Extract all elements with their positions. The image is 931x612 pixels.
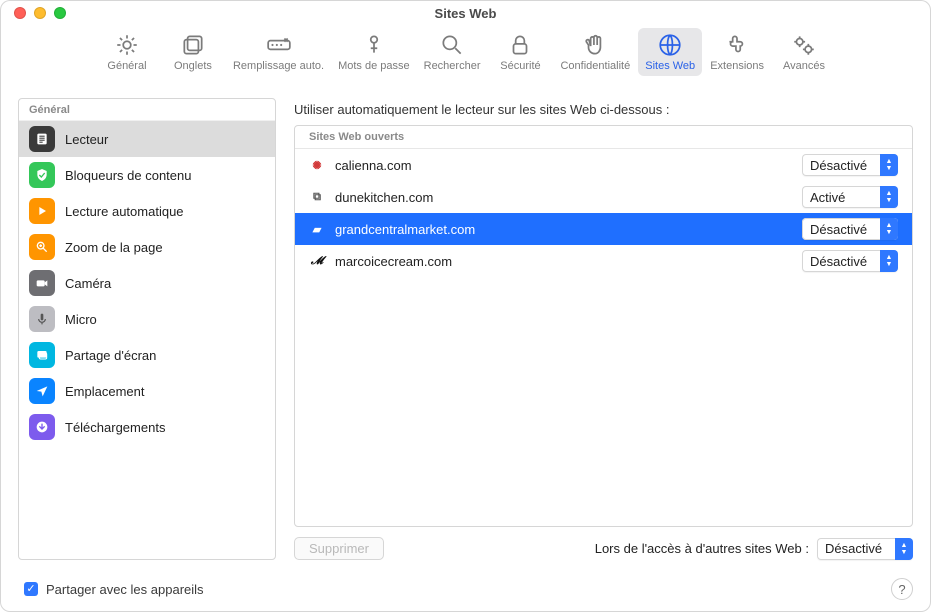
sidebar-item-label: Zoom de la page	[65, 240, 163, 255]
sidebar-section-label: Général	[19, 99, 275, 121]
puzzle-icon	[724, 32, 750, 58]
sidebar-item-mic[interactable]: Micro	[19, 301, 275, 337]
content-footer: Supprimer Lors de l'accès à d'autres sit…	[294, 527, 913, 560]
globe-icon	[657, 32, 683, 58]
sidebar-item-label: Caméra	[65, 276, 111, 291]
reader-icon	[29, 126, 55, 152]
tab-extensions[interactable]: Extensions	[704, 28, 770, 76]
site-mode-select[interactable]: Désactivé ▲▼	[802, 218, 898, 240]
site-domain: marcoicecream.com	[335, 254, 452, 269]
select-arrows-icon: ▲▼	[880, 218, 898, 240]
tab-privacy[interactable]: Confidentialité	[554, 28, 636, 76]
tab-security[interactable]: Sécurité	[488, 28, 552, 76]
prefs-toolbar: Général Onglets Remplissage auto. Mots d…	[0, 26, 931, 80]
other-sites-label: Lors de l'accès à d'autres sites Web :	[595, 541, 809, 556]
sidebar-item-downloads[interactable]: Téléchargements	[19, 409, 275, 445]
sidebar-item-label: Bloqueurs de contenu	[65, 168, 191, 183]
site-list-header: Sites Web ouverts	[295, 126, 912, 149]
sidebar-item-camera[interactable]: Caméra	[19, 265, 275, 301]
sidebar-item-label: Lecture automatique	[65, 204, 184, 219]
preferences-window: Sites Web Général Onglets Remplissage au…	[0, 0, 931, 612]
site-domain: grandcentralmarket.com	[335, 222, 475, 237]
site-mode-value: Désactivé	[802, 154, 880, 176]
sidebar-item-label: Emplacement	[65, 384, 144, 399]
site-mode-select[interactable]: Désactivé ▲▼	[802, 154, 898, 176]
tab-autofill[interactable]: Remplissage auto.	[227, 28, 330, 76]
hand-icon	[582, 32, 608, 58]
site-row[interactable]: ▰ grandcentralmarket.com Désactivé ▲▼	[295, 213, 912, 245]
autofill-icon	[266, 32, 292, 58]
tab-websites[interactable]: Sites Web	[638, 28, 702, 76]
site-favicon-icon: ✺	[309, 157, 325, 173]
zoom-icon	[29, 234, 55, 260]
mic-icon	[29, 306, 55, 332]
help-button[interactable]: ?	[891, 578, 913, 600]
content-pane: Utiliser automatiquement le lecteur sur …	[294, 98, 913, 560]
site-mode-select[interactable]: Désactivé ▲▼	[802, 250, 898, 272]
sidebar-item-adblock[interactable]: Bloqueurs de contenu	[19, 157, 275, 193]
tab-general[interactable]: Général	[95, 28, 159, 76]
shield-icon	[29, 162, 55, 188]
search-icon	[439, 32, 465, 58]
site-mode-select[interactable]: Activé ▲▼	[802, 186, 898, 208]
sidebar-item-label: Micro	[65, 312, 97, 327]
select-arrows-icon: ▲▼	[880, 250, 898, 272]
site-favicon-icon: 𝓜	[309, 253, 325, 269]
site-row[interactable]: ⧉ dunekitchen.com Activé ▲▼	[295, 181, 912, 213]
sidebar-item-label: Téléchargements	[65, 420, 165, 435]
site-list: ✺ calienna.com Désactivé ▲▼ ⧉ dunekitche…	[295, 149, 912, 526]
tab-advanced[interactable]: Avancés	[772, 28, 836, 76]
site-row[interactable]: ✺ calienna.com Désactivé ▲▼	[295, 149, 912, 181]
checkbox-checked-icon: ✓	[24, 582, 38, 596]
window-title: Sites Web	[0, 6, 931, 21]
select-arrows-icon: ▲▼	[895, 538, 913, 560]
sidebar-item-autoplay[interactable]: Lecture automatique	[19, 193, 275, 229]
sidebar-items: Lecteur Bloqueurs de contenu Lecture aut…	[19, 121, 275, 559]
tab-tabs[interactable]: Onglets	[161, 28, 225, 76]
site-mode-value: Activé	[802, 186, 880, 208]
content-heading: Utiliser automatiquement le lecteur sur …	[294, 98, 913, 125]
sidebar-item-screen[interactable]: Partage d'écran	[19, 337, 275, 373]
tabs-icon	[180, 32, 206, 58]
site-mode-value: Désactivé	[802, 218, 880, 240]
sidebar-item-label: Lecteur	[65, 132, 108, 147]
site-row[interactable]: 𝓜 marcoicecream.com Désactivé ▲▼	[295, 245, 912, 277]
remove-button[interactable]: Supprimer	[294, 537, 384, 560]
location-icon	[29, 378, 55, 404]
share-devices-label: Partager avec les appareils	[46, 582, 204, 597]
site-list-box: Sites Web ouverts ✺ calienna.com Désacti…	[294, 125, 913, 527]
select-arrows-icon: ▲▼	[880, 154, 898, 176]
site-favicon-icon: ▰	[309, 221, 325, 237]
sidebar-item-zoom[interactable]: Zoom de la page	[19, 229, 275, 265]
other-sites-value: Désactivé	[817, 538, 895, 560]
titlebar: Sites Web	[0, 0, 931, 26]
bottom-bar: ✓ Partager avec les appareils ?	[0, 572, 931, 612]
other-sites-select[interactable]: Désactivé ▲▼	[817, 538, 913, 560]
screen-icon	[29, 342, 55, 368]
lock-icon	[507, 32, 533, 58]
site-domain: dunekitchen.com	[335, 190, 433, 205]
sidebar: Général Lecteur Bloqueurs de contenu	[18, 98, 276, 560]
gear-icon	[114, 32, 140, 58]
sidebar-item-label: Partage d'écran	[65, 348, 156, 363]
site-favicon-icon: ⧉	[309, 189, 325, 205]
sidebar-item-location[interactable]: Emplacement	[19, 373, 275, 409]
site-domain: calienna.com	[335, 158, 412, 173]
tab-passwords[interactable]: Mots de passe	[332, 28, 416, 76]
main-body: Général Lecteur Bloqueurs de contenu	[0, 80, 931, 572]
tab-search[interactable]: Rechercher	[418, 28, 487, 76]
download-icon	[29, 414, 55, 440]
sidebar-item-reader[interactable]: Lecteur	[19, 121, 275, 157]
share-devices-checkbox[interactable]: ✓ Partager avec les appareils	[24, 582, 204, 597]
site-mode-value: Désactivé	[802, 250, 880, 272]
camera-icon	[29, 270, 55, 296]
key-icon	[361, 32, 387, 58]
play-icon	[29, 198, 55, 224]
gears-icon	[791, 32, 817, 58]
select-arrows-icon: ▲▼	[880, 186, 898, 208]
